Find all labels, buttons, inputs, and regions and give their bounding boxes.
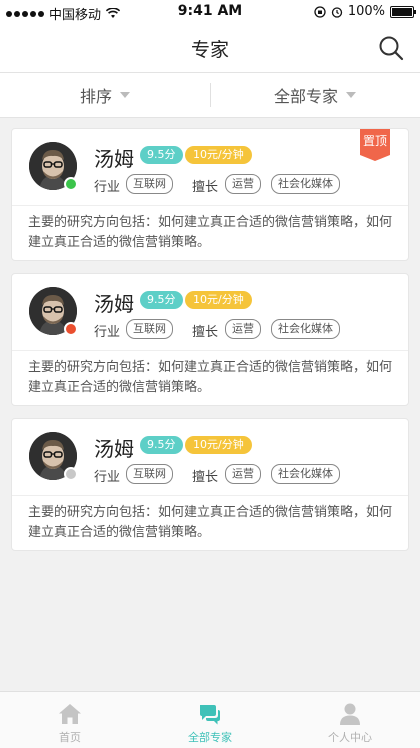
- skill-tag: 社会化媒体: [271, 319, 340, 339]
- skill-tag: 运营: [225, 319, 261, 339]
- expert-description: 主要的研究方向包括：如何建立真正合适的微信营销策略，如何建立真正合适的微信营销策…: [28, 215, 393, 250]
- industry-tag: 互联网: [126, 319, 173, 339]
- tab-bar: 首页 全部专家 个人中心: [0, 691, 420, 748]
- online-status-dot: [64, 177, 78, 191]
- industry-tag: 互联网: [126, 174, 173, 194]
- score-badge: 9.5分: [140, 436, 183, 454]
- expert-description: 主要的研究方向包括：如何建立真正合适的微信营销策略，如何建立真正合适的微信营销策…: [28, 360, 393, 395]
- score-badge: 9.5分: [140, 291, 183, 309]
- sort-filter-label: 排序: [79, 87, 112, 106]
- expert-name: 汤姆: [94, 147, 134, 171]
- industry-label: 行业: [94, 470, 121, 485]
- skill-tag: 运营: [225, 464, 261, 484]
- caret-down-icon: [346, 92, 356, 98]
- industry-label: 行业: [94, 325, 121, 340]
- offline-status-dot: [64, 467, 78, 481]
- tab-home-label: 首页: [59, 731, 81, 744]
- avatar[interactable]: [29, 432, 78, 481]
- card-divider: [12, 205, 408, 206]
- home-icon: [59, 704, 81, 724]
- industry-tag: 互联网: [126, 464, 173, 484]
- skill-label: 擅长: [192, 325, 219, 340]
- filter-bar: 排序 全部专家: [0, 73, 420, 118]
- avatar[interactable]: [29, 287, 78, 336]
- score-badge: 9.5分: [140, 146, 183, 164]
- navigation-bar: 专家: [0, 24, 420, 73]
- status-right: 100%: [314, 4, 416, 19]
- sort-filter[interactable]: 排序: [0, 73, 210, 117]
- busy-status-dot: [64, 322, 78, 336]
- expert-card[interactable]: 汤姆 9.5分 10元/分钟 行业 互联网 擅长 运营 社会化媒体 主要的研究方…: [11, 418, 409, 551]
- expert-card[interactable]: 汤姆 9.5分 10元/分钟 行业 互联网 擅长 运营 社会化媒体 置顶 主要的…: [11, 128, 409, 261]
- price-badge: 10元/分钟: [185, 291, 252, 309]
- tab-all-experts[interactable]: 全部专家: [140, 692, 280, 748]
- status-bar: 中国移动 9:41 AM 100%: [0, 0, 420, 24]
- tab-home[interactable]: 首页: [0, 692, 140, 748]
- price-badge: 10元/分钟: [185, 436, 252, 454]
- skill-tag: 社会化媒体: [271, 464, 340, 484]
- tab-profile[interactable]: 个人中心: [280, 692, 420, 748]
- skill-tag: 运营: [225, 174, 261, 194]
- skill-tag: 社会化媒体: [271, 174, 340, 194]
- avatar[interactable]: [29, 142, 78, 191]
- page-title: 专家: [190, 39, 229, 61]
- battery-icon: [390, 5, 416, 18]
- price-badge: 10元/分钟: [185, 146, 252, 164]
- chat-bubbles-icon: [200, 705, 220, 725]
- alarm-icon: [331, 6, 342, 18]
- caret-down-icon: [120, 92, 130, 98]
- skill-label: 擅长: [192, 470, 219, 485]
- skill-label: 擅长: [192, 180, 219, 195]
- expert-name: 汤姆: [94, 292, 134, 316]
- tab-profile-label: 个人中心: [328, 731, 372, 744]
- expert-name: 汤姆: [94, 437, 134, 461]
- experts-filter-label: 全部专家: [273, 87, 338, 106]
- expert-card[interactable]: 汤姆 9.5分 10元/分钟 行业 互联网 擅长 运营 社会化媒体 主要的研究方…: [11, 273, 409, 406]
- card-divider: [12, 350, 408, 351]
- rotation-lock-icon: [314, 5, 326, 18]
- expert-list: 汤姆 9.5分 10元/分钟 行业 互联网 擅长 运营 社会化媒体 置顶 主要的…: [11, 128, 409, 563]
- user-icon: [340, 703, 360, 725]
- search-icon[interactable]: [378, 35, 404, 61]
- pinned-badge: 置顶: [360, 129, 390, 161]
- tab-all-experts-label: 全部专家: [188, 731, 232, 744]
- experts-filter[interactable]: 全部专家: [210, 73, 420, 117]
- industry-label: 行业: [94, 180, 121, 195]
- expert-description: 主要的研究方向包括：如何建立真正合适的微信营销策略，如何建立真正合适的微信营销策…: [28, 505, 393, 540]
- battery-percent: 100%: [347, 4, 385, 19]
- card-divider: [12, 495, 408, 496]
